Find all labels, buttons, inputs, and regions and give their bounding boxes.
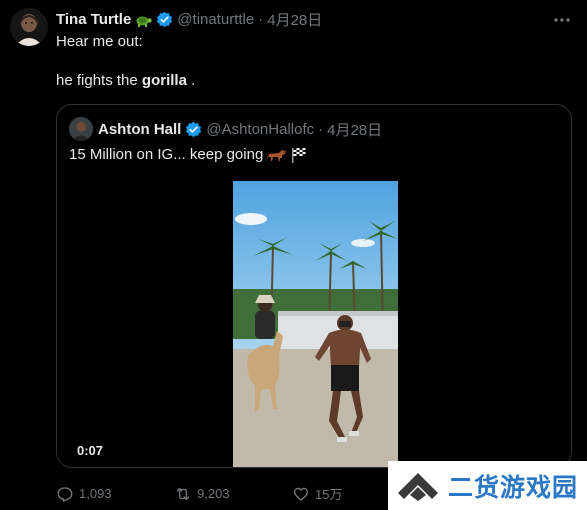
tweet-text-line-1: Hear me out: bbox=[56, 33, 143, 50]
reply-icon bbox=[56, 485, 74, 503]
video-duration: 0:07 bbox=[71, 441, 110, 460]
reply-count: 1,093 bbox=[79, 486, 112, 501]
quoted-tweet-header: Ashton Hall @AshtonHallofc · 4月28日 bbox=[69, 117, 382, 141]
tweet-date[interactable]: 4月28日 bbox=[267, 9, 322, 30]
checkered-flag-emoji-icon bbox=[291, 147, 307, 163]
more-options-icon[interactable] bbox=[553, 10, 571, 28]
repost-button[interactable]: 9,203 bbox=[174, 485, 292, 503]
heart-icon bbox=[292, 485, 310, 503]
tweet-text-suffix: . bbox=[186, 72, 196, 89]
quoted-tweet-text: 15 Million on IG... keep going bbox=[69, 145, 307, 165]
tweet-text-prefix: he fights the bbox=[56, 72, 142, 89]
tweet-header: Tina Turtle @tinaturttle · 4月28日 bbox=[56, 9, 322, 30]
horse-emoji-icon bbox=[267, 148, 287, 162]
turtle-emoji-icon bbox=[135, 13, 152, 27]
like-count: 15万 bbox=[315, 487, 343, 502]
video-thumbnail[interactable] bbox=[233, 181, 398, 467]
quoted-separator-dot: · bbox=[318, 120, 324, 138]
separator-dot: · bbox=[258, 11, 264, 28]
quoted-verified-badge-icon bbox=[185, 121, 202, 138]
watermark-logo-icon bbox=[396, 471, 440, 501]
tweet-actions: 1,093 9,203 15万 bbox=[56, 484, 392, 503]
quoted-tweet[interactable]: Ashton Hall @AshtonHallofc · 4月28日 15 Mi… bbox=[56, 104, 572, 468]
quoted-author-avatar[interactable] bbox=[69, 117, 93, 141]
repost-icon bbox=[174, 485, 192, 503]
tweet[interactable]: Tina Turtle @tinaturttle · 4月28日 Hear me… bbox=[0, 0, 587, 510]
quoted-author-handle[interactable]: @AshtonHallofc bbox=[206, 121, 314, 138]
watermark-text: 二货游戏园 bbox=[448, 472, 579, 502]
quoted-author-name[interactable]: Ashton Hall bbox=[98, 121, 181, 138]
quoted-text-content: 15 Million on IG... keep going bbox=[69, 146, 264, 163]
video-player[interactable]: 0:07 bbox=[57, 175, 571, 467]
quoted-tweet-date[interactable]: 4月28日 bbox=[327, 119, 382, 140]
verified-badge-icon bbox=[156, 11, 173, 28]
like-button[interactable]: 15万 bbox=[292, 484, 392, 503]
reply-button[interactable]: 1,093 bbox=[56, 485, 174, 503]
site-watermark: 二货游戏园 bbox=[388, 461, 587, 510]
author-name[interactable]: Tina Turtle bbox=[56, 11, 131, 28]
author-handle[interactable]: @tinaturttle bbox=[177, 11, 254, 28]
author-avatar[interactable] bbox=[10, 8, 48, 46]
repost-count: 9,203 bbox=[197, 486, 230, 501]
tweet-text-bold: gorilla bbox=[141, 72, 187, 89]
tweet-text-line-2: he fights the gorilla . bbox=[56, 71, 195, 91]
